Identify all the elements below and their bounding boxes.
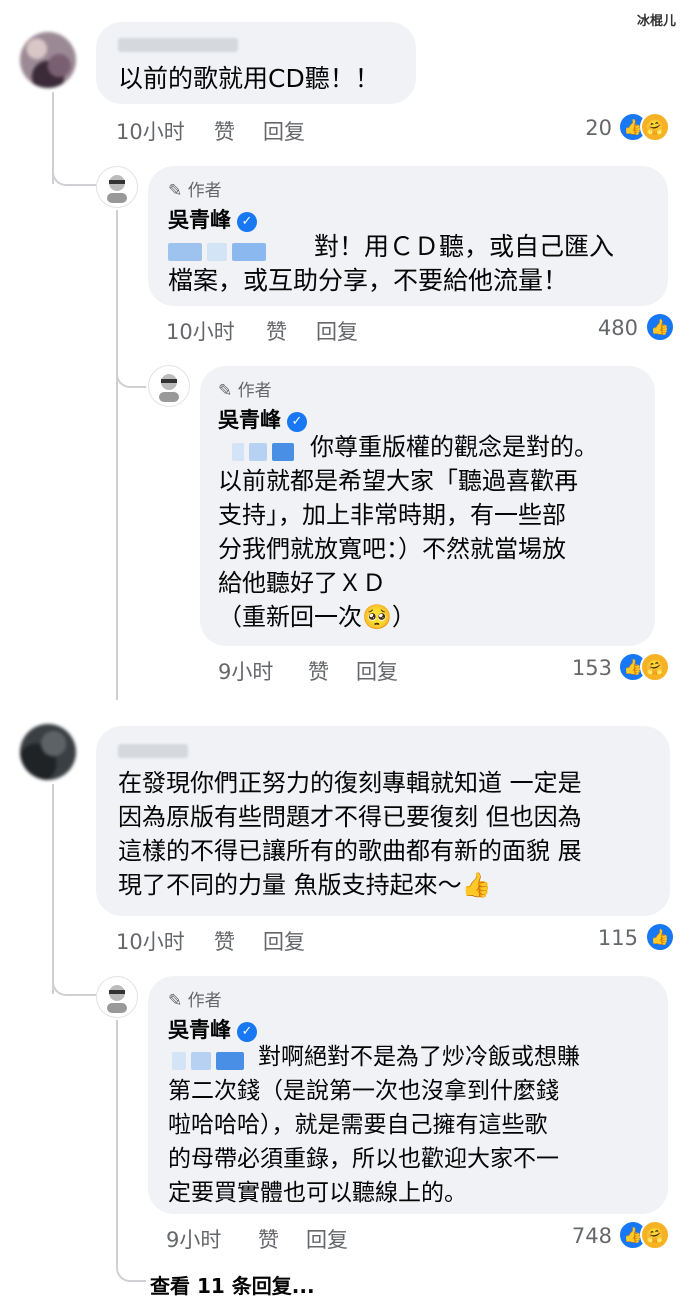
thread-connector	[52, 150, 96, 186]
like-button[interactable]: 赞	[308, 656, 329, 686]
care-reaction-icon: 🤗	[640, 1220, 670, 1250]
reply-text: 對！用ＣＤ聽，或自己匯入 檔案，或互助分享，不要給他流量！	[168, 232, 615, 295]
like-button[interactable]: 赞	[214, 926, 235, 956]
reply-button[interactable]: 回复	[316, 316, 358, 346]
reply-button[interactable]: 回复	[263, 116, 305, 146]
reply-button[interactable]: 回复	[356, 656, 398, 686]
commenter-name-redacted	[118, 38, 238, 52]
reply-bubble: ✎ 作者 吳青峰 ✓ 你尊重版權的觀念是對的。 以前就都是希望大家「聽過喜歡再 支…	[200, 366, 655, 646]
pen-icon: ✎	[168, 991, 183, 1011]
reply-text: 對啊絕對不是為了炒冷飯或想賺 第二次錢（是說第一次也沒拿到什麼錢 啦哈哈哈），就…	[168, 1044, 580, 1206]
comment-bubble: 以前的歌就用CD聽！！	[96, 22, 416, 104]
comment-time: 10小时	[116, 930, 185, 954]
author-avatar[interactable]	[148, 365, 190, 407]
reaction-count[interactable]: 748	[550, 1224, 612, 1248]
thread-connector	[52, 960, 96, 996]
reply-time: 9小时	[218, 660, 274, 684]
author-avatar[interactable]	[96, 976, 138, 1018]
pen-icon: ✎	[168, 181, 183, 201]
reply-text: 你尊重版權的觀念是對的。 以前就都是希望大家「聽過喜歡再 支持」，加上非常時期，…	[218, 433, 598, 631]
reply-bubble: ✎ 作者 吳青峰 ✓ 對！用ＣＤ聽，或自己匯入 檔案，或互助分享，不要給他流量！	[148, 166, 668, 306]
view-more-replies-link[interactable]: 查看 11 条回复...	[150, 1270, 315, 1299]
reply-bubble: ✎ 作者 吳青峰 ✓ 對啊絕對不是為了炒冷飯或想賺 第二次錢（是說第一次也沒拿到什…	[148, 976, 668, 1214]
comment-text: 在發現你們正努力的復刻專輯就知道 一定是 因為原版有些問題才不得已要復刻 但也因…	[118, 769, 582, 899]
commenter-avatar[interactable]	[20, 32, 76, 88]
author-badge: ✎ 作者	[218, 381, 272, 401]
pen-icon: ✎	[218, 381, 233, 401]
thread-connector	[116, 350, 146, 388]
like-button[interactable]: 赞	[214, 116, 235, 146]
reaction-count[interactable]: 20	[560, 116, 612, 140]
author-avatar[interactable]	[96, 166, 138, 208]
like-button[interactable]: 赞	[266, 316, 287, 346]
comment-time: 10小时	[116, 120, 185, 144]
reaction-count[interactable]: 480	[570, 316, 638, 340]
thread-line	[116, 1020, 118, 1250]
reply-time: 10小时	[166, 320, 235, 344]
thread-connector	[116, 1250, 146, 1282]
care-reaction-icon: 🤗	[640, 112, 670, 142]
verified-badge-icon: ✓	[287, 412, 307, 432]
commenter-avatar[interactable]	[20, 724, 76, 780]
reaction-count[interactable]: 153	[550, 656, 612, 680]
watermark: 冰棍儿	[636, 14, 676, 29]
verified-badge-icon: ✓	[237, 212, 257, 232]
author-badge: ✎ 作者	[168, 181, 222, 201]
comment-text: 以前的歌就用CD聽！！	[118, 64, 380, 93]
thread-line	[116, 210, 118, 700]
like-reaction-icon: 👍	[645, 922, 675, 952]
comment-bubble: 在發現你們正努力的復刻專輯就知道 一定是 因為原版有些問題才不得已要復刻 但也因…	[96, 726, 670, 916]
author-badge: ✎ 作者	[168, 991, 222, 1011]
reply-button[interactable]: 回复	[306, 1224, 348, 1254]
care-reaction-icon: 🤗	[640, 652, 670, 682]
reply-button[interactable]: 回复	[263, 926, 305, 956]
reply-time: 9小时	[166, 1228, 222, 1252]
reaction-count[interactable]: 115	[580, 926, 638, 950]
commenter-name-redacted	[118, 744, 188, 758]
verified-badge-icon: ✓	[237, 1022, 257, 1042]
like-button[interactable]: 赞	[258, 1224, 279, 1254]
like-reaction-icon: 👍	[645, 312, 675, 342]
